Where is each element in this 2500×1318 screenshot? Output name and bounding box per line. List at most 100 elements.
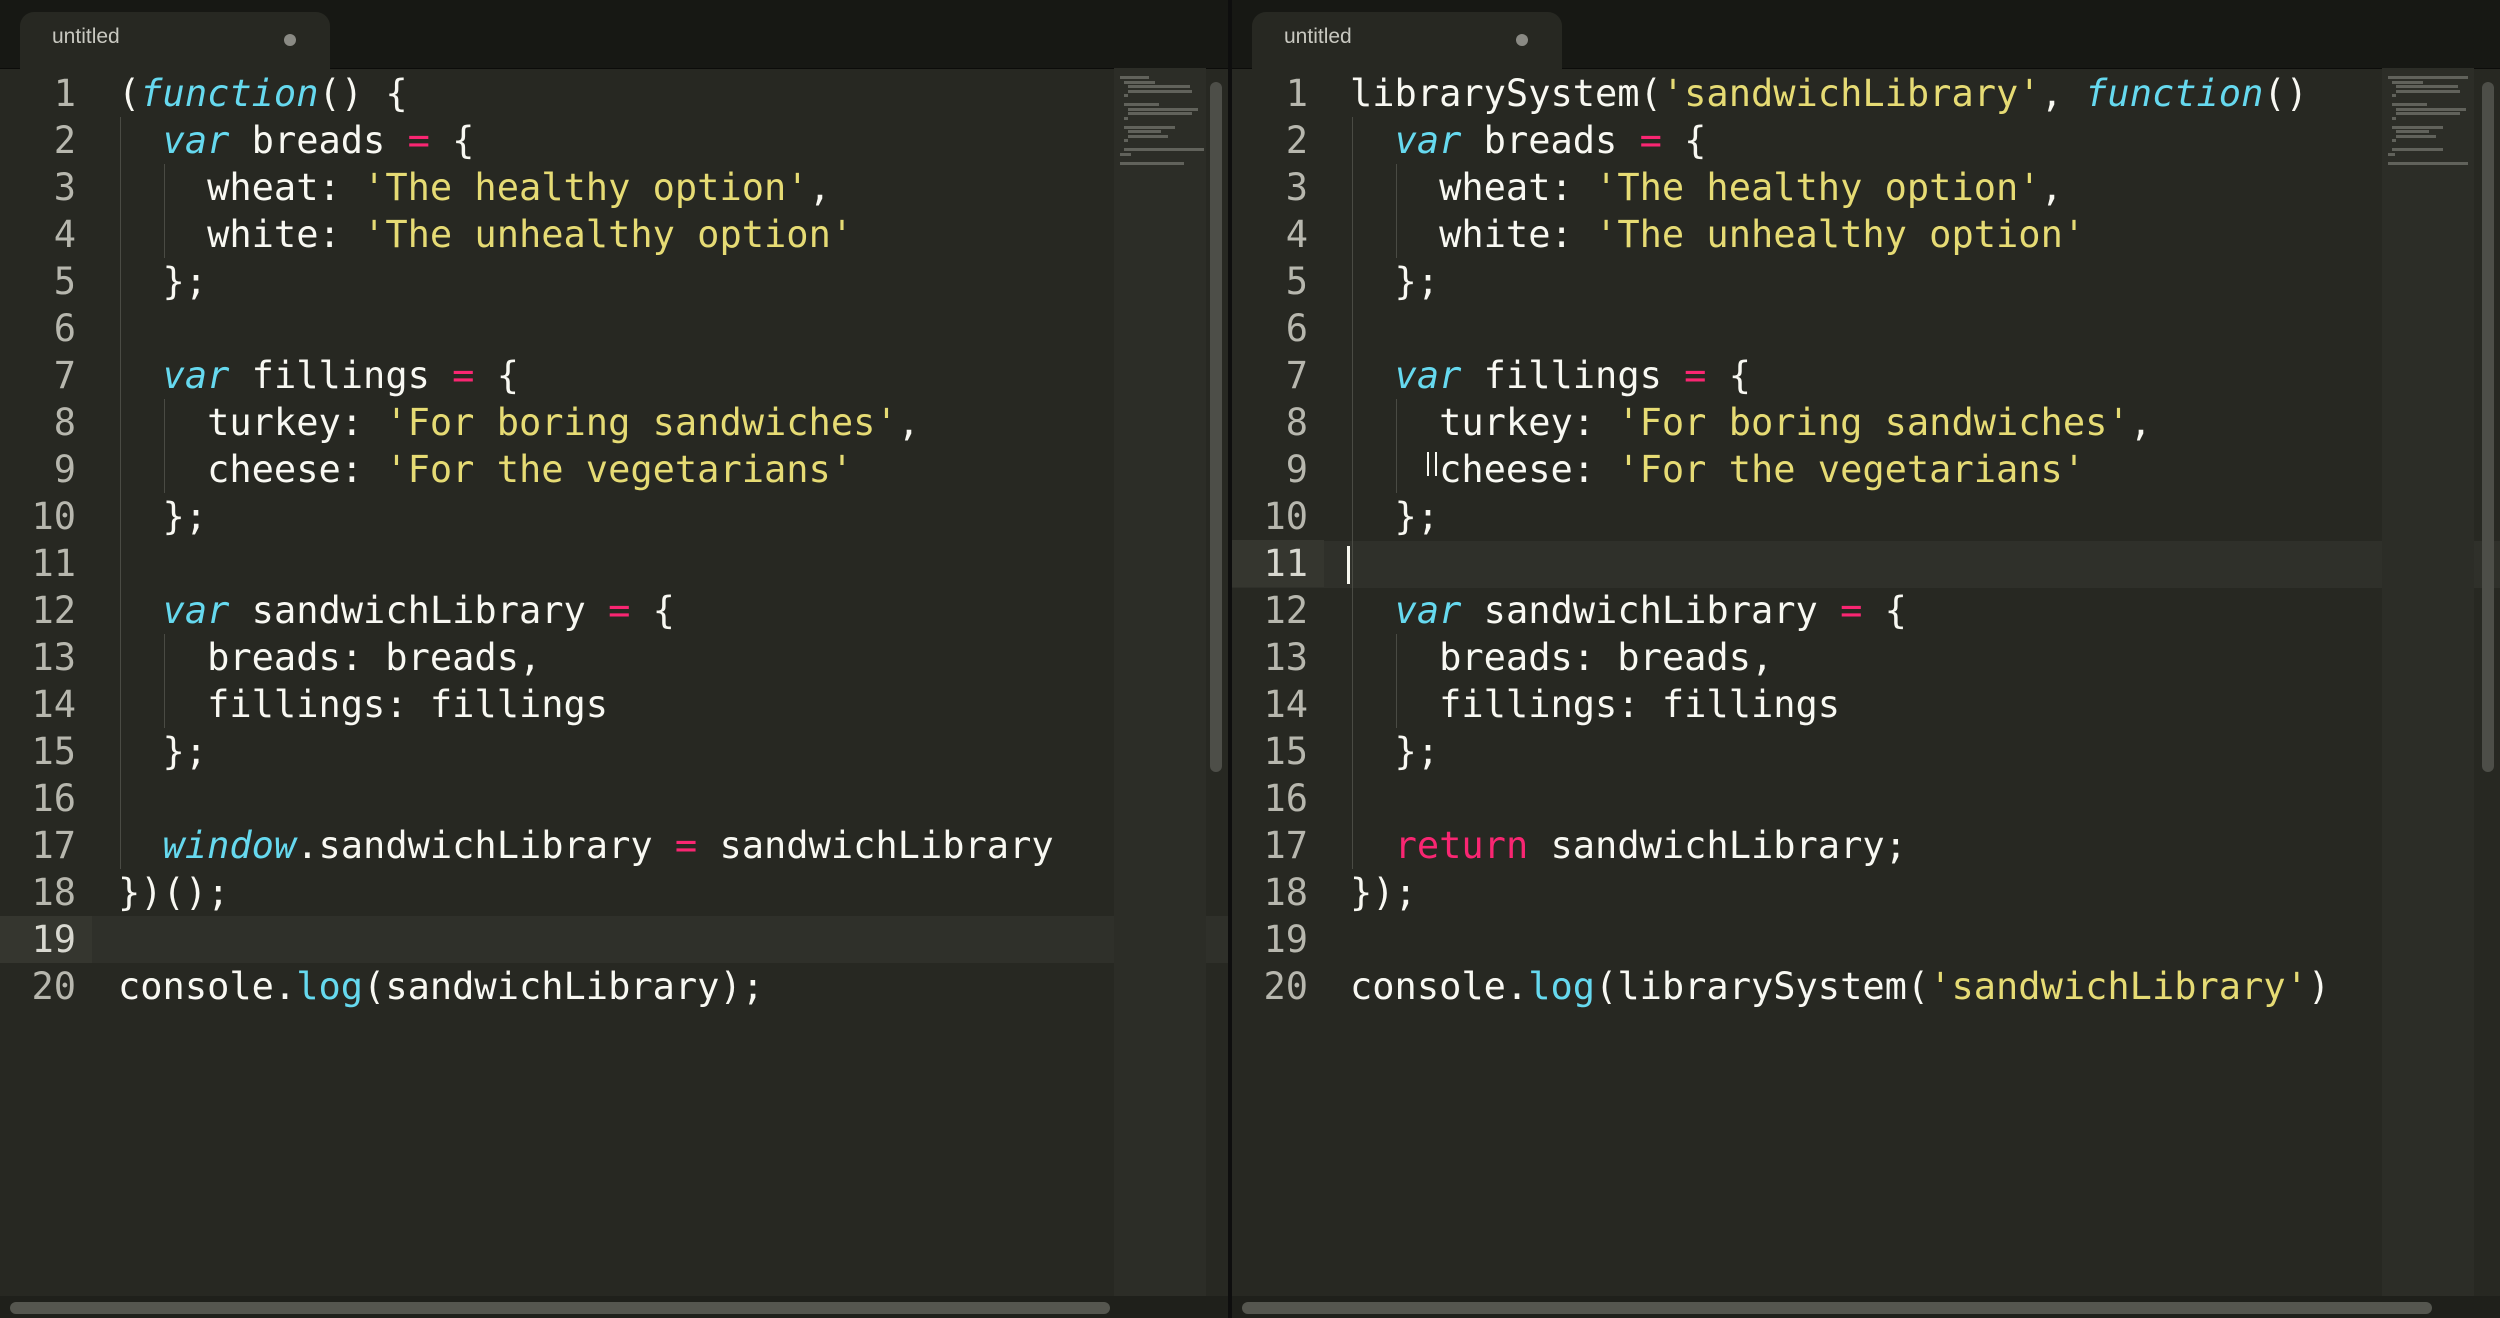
code-line[interactable]: [118, 540, 1054, 587]
scrollbar-thumb[interactable]: [1242, 1302, 2432, 1314]
code-line[interactable]: white: 'The unhealthy option': [1350, 211, 2330, 258]
line-number[interactable]: 13: [1232, 634, 1324, 681]
line-number[interactable]: 4: [0, 211, 92, 258]
line-number[interactable]: 9: [0, 446, 92, 493]
code-line[interactable]: };: [1350, 493, 2330, 540]
line-number[interactable]: 9: [1232, 446, 1324, 493]
horizontal-scrollbar[interactable]: [0, 1296, 1228, 1318]
code-line[interactable]: };: [118, 493, 1054, 540]
code-token: return: [1394, 824, 1529, 867]
line-number[interactable]: 12: [0, 587, 92, 634]
code-line[interactable]: white: 'The unhealthy option': [118, 211, 1054, 258]
code-line[interactable]: [118, 916, 1054, 963]
tab-untitled[interactable]: untitled: [1252, 12, 1562, 70]
minimap[interactable]: [2382, 68, 2474, 1298]
unsaved-dot-icon[interactable]: [1516, 34, 1528, 46]
line-number[interactable]: 6: [0, 305, 92, 352]
code-line[interactable]: wheat: 'The healthy option',: [118, 164, 1054, 211]
code-line[interactable]: fillings: fillings: [118, 681, 1054, 728]
line-number[interactable]: 18: [1232, 869, 1324, 916]
code-line[interactable]: turkey: 'For boring sandwiches',: [1350, 399, 2330, 446]
line-number[interactable]: 17: [0, 822, 92, 869]
line-number[interactable]: 2: [0, 117, 92, 164]
code-line[interactable]: var sandwichLibrary = {: [118, 587, 1054, 634]
line-number[interactable]: 14: [0, 681, 92, 728]
editor-pane-right[interactable]: untitled 1 2 3 4 5 6 7 8 9 10 11 12 13 14 15 16 17 18 19 20…: [1232, 0, 2500, 1318]
line-number[interactable]: 17: [1232, 822, 1324, 869]
code-line[interactable]: return sandwichLibrary;: [1350, 822, 2330, 869]
code-line[interactable]: var sandwichLibrary = {: [1350, 587, 2330, 634]
line-number[interactable]: 20: [0, 963, 92, 1010]
line-number[interactable]: 19: [0, 916, 92, 963]
horizontal-scrollbar[interactable]: [1232, 1296, 2500, 1318]
code-line[interactable]: console.log(librarySystem('sandwichLibra…: [1350, 963, 2330, 1010]
code-line[interactable]: };: [118, 728, 1054, 775]
tab-untitled[interactable]: untitled: [20, 12, 330, 70]
line-number[interactable]: 8: [0, 399, 92, 446]
code-line[interactable]: cheese: 'For the vegetarians': [1350, 446, 2330, 493]
code-line[interactable]: };: [118, 258, 1054, 305]
code-area[interactable]: (function() { var breads = { wheat: 'The…: [118, 70, 1054, 1010]
line-number[interactable]: 4: [1232, 211, 1324, 258]
code-line[interactable]: });: [1350, 869, 2330, 916]
code-line[interactable]: wheat: 'The healthy option',: [1350, 164, 2330, 211]
code-line[interactable]: };: [1350, 258, 2330, 305]
line-number[interactable]: 16: [1232, 775, 1324, 822]
line-number[interactable]: 5: [0, 258, 92, 305]
code-line[interactable]: breads: breads,: [118, 634, 1054, 681]
code-line[interactable]: var fillings = {: [118, 352, 1054, 399]
vertical-scrollbar[interactable]: [2482, 82, 2494, 772]
line-number[interactable]: 3: [0, 164, 92, 211]
code-line[interactable]: })();: [118, 869, 1054, 916]
minimap[interactable]: [1114, 68, 1206, 1298]
line-number[interactable]: 7: [1232, 352, 1324, 399]
code-area[interactable]: librarySystem('sandwichLibrary', functio…: [1350, 70, 2330, 1010]
code-line[interactable]: cheese: 'For the vegetarians': [118, 446, 1054, 493]
line-number[interactable]: 20: [1232, 963, 1324, 1010]
code-token: {: [474, 354, 519, 397]
code-line[interactable]: fillings: fillings: [1350, 681, 2330, 728]
line-number[interactable]: 15: [1232, 728, 1324, 775]
line-number[interactable]: 7: [0, 352, 92, 399]
line-number[interactable]: 1: [1232, 70, 1324, 117]
unsaved-dot-icon[interactable]: [284, 34, 296, 46]
line-number[interactable]: 5: [1232, 258, 1324, 305]
code-token: {: [429, 119, 475, 162]
code-line[interactable]: [1350, 775, 2330, 822]
line-number[interactable]: 18: [0, 869, 92, 916]
line-number[interactable]: 6: [1232, 305, 1324, 352]
code-line[interactable]: console.log(sandwichLibrary);: [118, 963, 1054, 1010]
code-line[interactable]: [118, 775, 1054, 822]
line-number[interactable]: 14: [1232, 681, 1324, 728]
line-number[interactable]: 12: [1232, 587, 1324, 634]
code-line[interactable]: [1350, 540, 2330, 587]
line-number[interactable]: 16: [0, 775, 92, 822]
line-number[interactable]: 10: [0, 493, 92, 540]
code-token: var: [1394, 589, 1462, 632]
line-number[interactable]: 11: [1232, 540, 1324, 587]
line-number[interactable]: 19: [1232, 916, 1324, 963]
code-line[interactable]: [118, 305, 1054, 352]
line-number[interactable]: 1: [0, 70, 92, 117]
line-number[interactable]: 8: [1232, 399, 1324, 446]
code-line[interactable]: turkey: 'For boring sandwiches',: [118, 399, 1054, 446]
line-number[interactable]: 2: [1232, 117, 1324, 164]
code-line[interactable]: breads: breads,: [1350, 634, 2330, 681]
code-line[interactable]: (function() {: [118, 70, 1054, 117]
code-line[interactable]: [1350, 305, 2330, 352]
code-line[interactable]: };: [1350, 728, 2330, 775]
code-line[interactable]: var breads = {: [118, 117, 1054, 164]
vertical-scrollbar[interactable]: [1210, 82, 1222, 772]
line-number[interactable]: 13: [0, 634, 92, 681]
line-number[interactable]: 11: [0, 540, 92, 587]
code-line[interactable]: var fillings = {: [1350, 352, 2330, 399]
scrollbar-thumb[interactable]: [10, 1302, 1110, 1314]
code-line[interactable]: var breads = {: [1350, 117, 2330, 164]
line-number[interactable]: 10: [1232, 493, 1324, 540]
line-number[interactable]: 15: [0, 728, 92, 775]
editor-pane-left[interactable]: untitled 1 2 3 4 5 6 7 8 9 10 11 12 13 14 15 16 17 18 19 20…: [0, 0, 1228, 1318]
line-number[interactable]: 3: [1232, 164, 1324, 211]
code-line[interactable]: window.sandwichLibrary = sandwichLibrary: [118, 822, 1054, 869]
code-line[interactable]: [1350, 916, 2330, 963]
code-line[interactable]: librarySystem('sandwichLibrary', functio…: [1350, 70, 2330, 117]
